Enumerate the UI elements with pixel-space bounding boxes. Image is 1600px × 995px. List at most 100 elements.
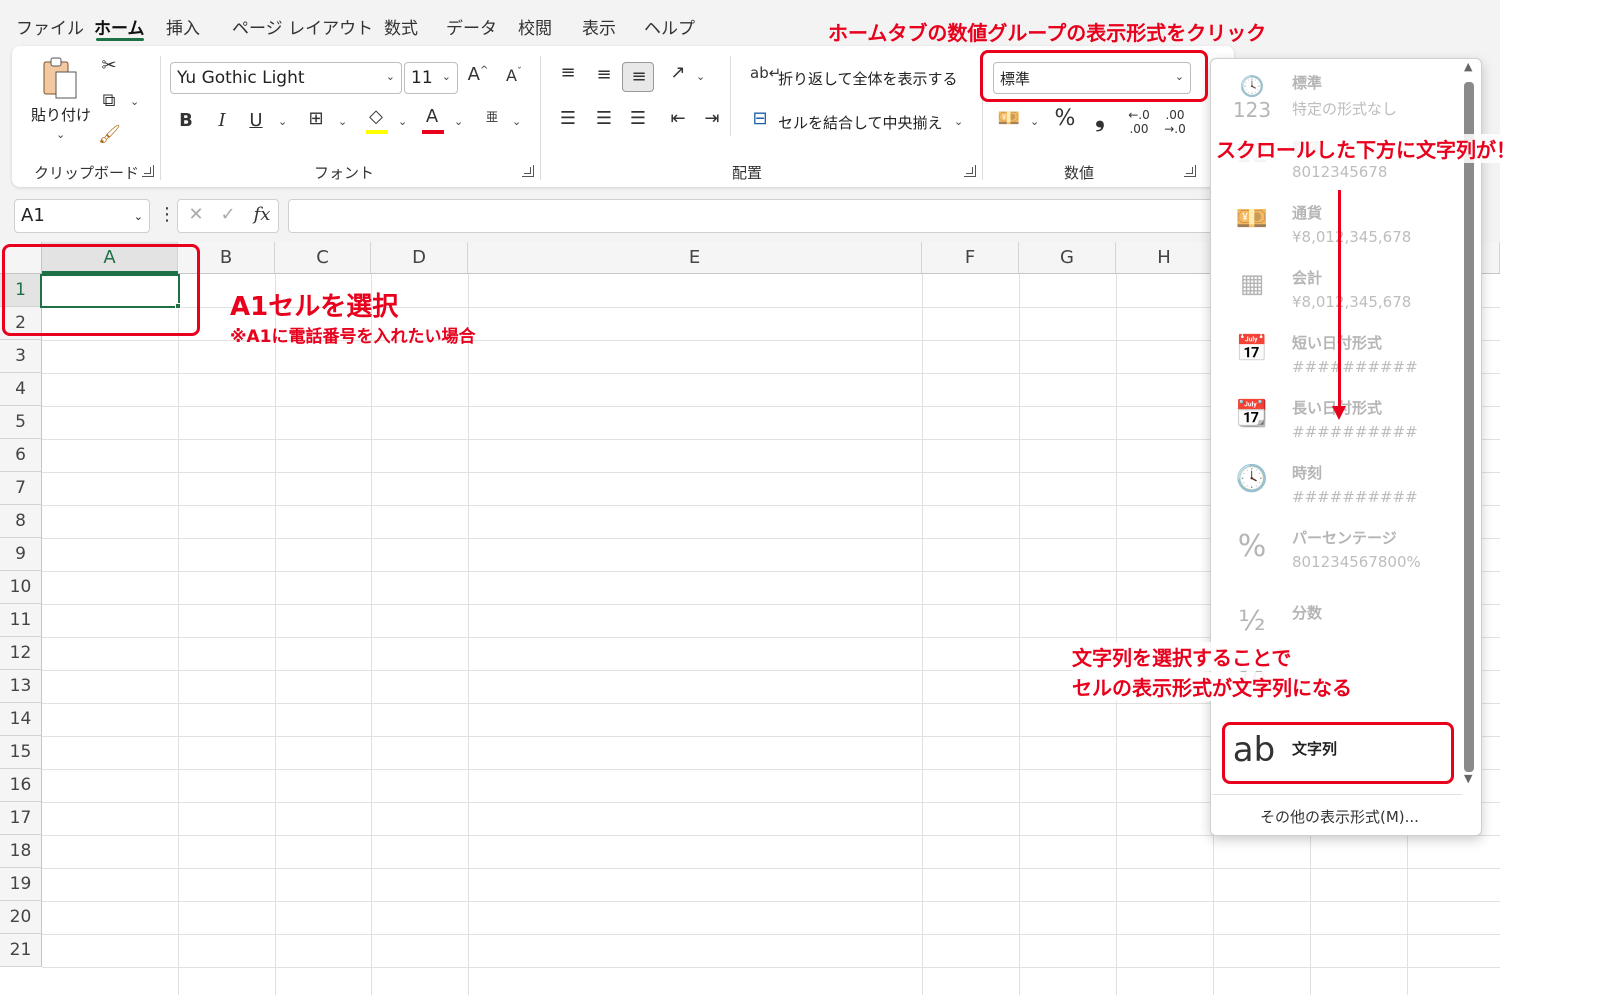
row-header[interactable]: 18 xyxy=(0,835,42,868)
font-color-dropdown-caret[interactable]: ⌄ xyxy=(454,115,463,128)
format-option-accounting[interactable]: ▦ 会計 ¥8,012,345,678 xyxy=(1212,261,1462,326)
column-header-e[interactable]: E xyxy=(468,242,922,274)
comma-style-icon[interactable]: ❟ xyxy=(1090,104,1110,132)
row-header[interactable]: 3 xyxy=(0,340,42,373)
column-header-h[interactable]: H xyxy=(1116,242,1213,274)
more-options-icon[interactable]: ⋮ xyxy=(158,204,176,225)
scroll-up-icon[interactable]: ▲ xyxy=(1464,60,1472,73)
merge-center-button[interactable]: セルを結合して中央揃え xyxy=(778,112,943,133)
row-header[interactable]: 12 xyxy=(0,637,42,670)
row-header[interactable]: 10 xyxy=(0,571,42,604)
format-option-long-date[interactable]: 📆 長い日付形式 ########## xyxy=(1212,391,1462,456)
tab-review[interactable]: 校閲 xyxy=(518,14,552,39)
number-launcher-icon[interactable] xyxy=(1184,165,1196,177)
row-header[interactable]: 7 xyxy=(0,472,42,505)
underline-dropdown-caret[interactable]: ⌄ xyxy=(278,115,287,128)
tab-data[interactable]: データ xyxy=(446,14,497,39)
row-header[interactable]: 17 xyxy=(0,802,42,835)
orientation-icon[interactable]: ↗ xyxy=(666,62,690,83)
scroll-down-icon[interactable]: ▼ xyxy=(1464,772,1472,785)
align-bottom-button[interactable]: ≡ xyxy=(622,62,654,92)
font-name-select[interactable]: Yu Gothic Light ⌄ xyxy=(170,62,402,94)
row-header[interactable]: 21 xyxy=(0,934,42,967)
tab-formulas[interactable]: 数式 xyxy=(384,14,418,39)
row-header[interactable]: 16 xyxy=(0,769,42,802)
align-middle-icon[interactable]: ≡ xyxy=(592,64,616,85)
column-header-f[interactable]: F xyxy=(922,242,1019,274)
enter-icon[interactable]: ✓ xyxy=(218,204,238,225)
percent-style-icon[interactable]: % xyxy=(1052,106,1078,131)
row-header[interactable]: 8 xyxy=(0,505,42,538)
wrap-text-button[interactable]: 折り返して全体を表示する xyxy=(778,68,958,89)
phonetic-dropdown-caret[interactable]: ⌄ xyxy=(512,115,521,128)
row-header[interactable]: 11 xyxy=(0,604,42,637)
name-box[interactable]: A1 ⌄ xyxy=(14,199,150,233)
row-header[interactable]: 13 xyxy=(0,670,42,703)
merge-dropdown-caret[interactable]: ⌄ xyxy=(954,115,963,128)
underline-icon[interactable]: U xyxy=(246,110,266,131)
borders-icon[interactable]: ⊞ xyxy=(304,108,328,129)
row-header[interactable]: 20 xyxy=(0,901,42,934)
tab-home[interactable]: ホーム xyxy=(94,14,145,39)
tab-help[interactable]: ヘルプ xyxy=(644,14,695,39)
more-number-formats-link[interactable]: その他の表示形式(M)... xyxy=(1260,806,1419,827)
decrease-font-icon[interactable]: Aˇ xyxy=(502,66,526,85)
format-option-time[interactable]: 🕓 時刻 ########## xyxy=(1212,456,1462,521)
paste-icon[interactable] xyxy=(40,56,80,100)
row-header[interactable]: 15 xyxy=(0,736,42,769)
phonetic-guide-icon[interactable]: 亜 xyxy=(482,108,502,125)
format-painter-icon[interactable]: 🖌 xyxy=(98,124,121,145)
align-right-icon[interactable]: ☰ xyxy=(626,108,650,129)
row-header[interactable]: 6 xyxy=(0,439,42,472)
wrap-text-icon[interactable]: ab↵ xyxy=(750,64,781,82)
tab-view[interactable]: 表示 xyxy=(582,14,616,39)
decrease-indent-icon[interactable]: ⇤ xyxy=(666,108,690,129)
row-header[interactable]: 9 xyxy=(0,538,42,571)
font-launcher-icon[interactable] xyxy=(522,165,534,177)
column-header-c[interactable]: C xyxy=(275,242,371,274)
bold-icon[interactable]: B xyxy=(176,110,196,131)
cancel-icon[interactable]: ✕ xyxy=(186,204,206,225)
paste-dropdown-caret[interactable]: ⌄ xyxy=(56,128,65,141)
fill-color-dropdown-caret[interactable]: ⌄ xyxy=(398,115,407,128)
copy-icon[interactable]: ⧉ xyxy=(98,90,120,111)
format-option-short-date[interactable]: 📅 短い日付形式 ########## xyxy=(1212,326,1462,391)
orientation-dropdown-caret[interactable]: ⌄ xyxy=(696,70,705,83)
align-center-icon[interactable]: ☰ xyxy=(592,108,616,129)
cut-icon[interactable]: ✂ xyxy=(98,55,120,76)
tab-page-layout[interactable]: ページ レイアウト xyxy=(232,14,373,39)
fill-color-icon[interactable]: ◇ xyxy=(364,106,388,127)
alignment-launcher-icon[interactable] xyxy=(964,165,976,177)
paste-label[interactable]: 貼り付け xyxy=(31,104,91,125)
clipboard-launcher-icon[interactable] xyxy=(142,165,154,177)
tab-file[interactable]: ファイル xyxy=(16,14,84,39)
column-header-d[interactable]: D xyxy=(371,242,468,274)
format-option-percentage[interactable]: % パーセンテージ 801234567800% xyxy=(1212,521,1462,586)
insert-function-icon[interactable]: fx xyxy=(250,204,274,225)
align-top-icon[interactable]: ≡ xyxy=(556,62,580,83)
merge-center-icon[interactable]: ⊟ xyxy=(748,108,772,129)
row-header[interactable]: 5 xyxy=(0,406,42,439)
align-left-icon[interactable]: ☰ xyxy=(556,108,580,129)
column-header-g[interactable]: G xyxy=(1019,242,1116,274)
format-option-currency[interactable]: 💴 通貨 ¥8,012,345,678 xyxy=(1212,196,1462,261)
font-color-icon[interactable]: A xyxy=(420,106,444,127)
font-size-select[interactable]: 11 ⌄ xyxy=(404,62,458,94)
row-header[interactable]: 19 xyxy=(0,868,42,901)
increase-font-icon[interactable]: A^ xyxy=(466,64,490,85)
formula-input[interactable] xyxy=(288,199,1218,233)
format-option-general[interactable]: 🕓 123 標準 特定の形式なし xyxy=(1212,66,1462,131)
currency-dropdown-caret[interactable]: ⌄ xyxy=(1030,115,1039,128)
increase-decimal-icon[interactable]: ←.0.00 xyxy=(1124,108,1154,136)
borders-dropdown-caret[interactable]: ⌄ xyxy=(338,115,347,128)
copy-dropdown-caret[interactable]: ⌄ xyxy=(130,95,139,108)
currency-format-icon[interactable]: 💴 xyxy=(996,108,1022,129)
decrease-decimal-icon[interactable]: .00 →.0 xyxy=(1160,108,1190,136)
scroll-thumb[interactable] xyxy=(1464,82,1474,772)
increase-indent-icon[interactable]: ⇥ xyxy=(700,108,724,129)
row-header[interactable]: 14 xyxy=(0,703,42,736)
tab-insert[interactable]: 挿入 xyxy=(166,14,200,39)
grid-line xyxy=(1019,274,1020,995)
row-header[interactable]: 4 xyxy=(0,373,42,406)
italic-icon[interactable]: I xyxy=(212,110,232,131)
